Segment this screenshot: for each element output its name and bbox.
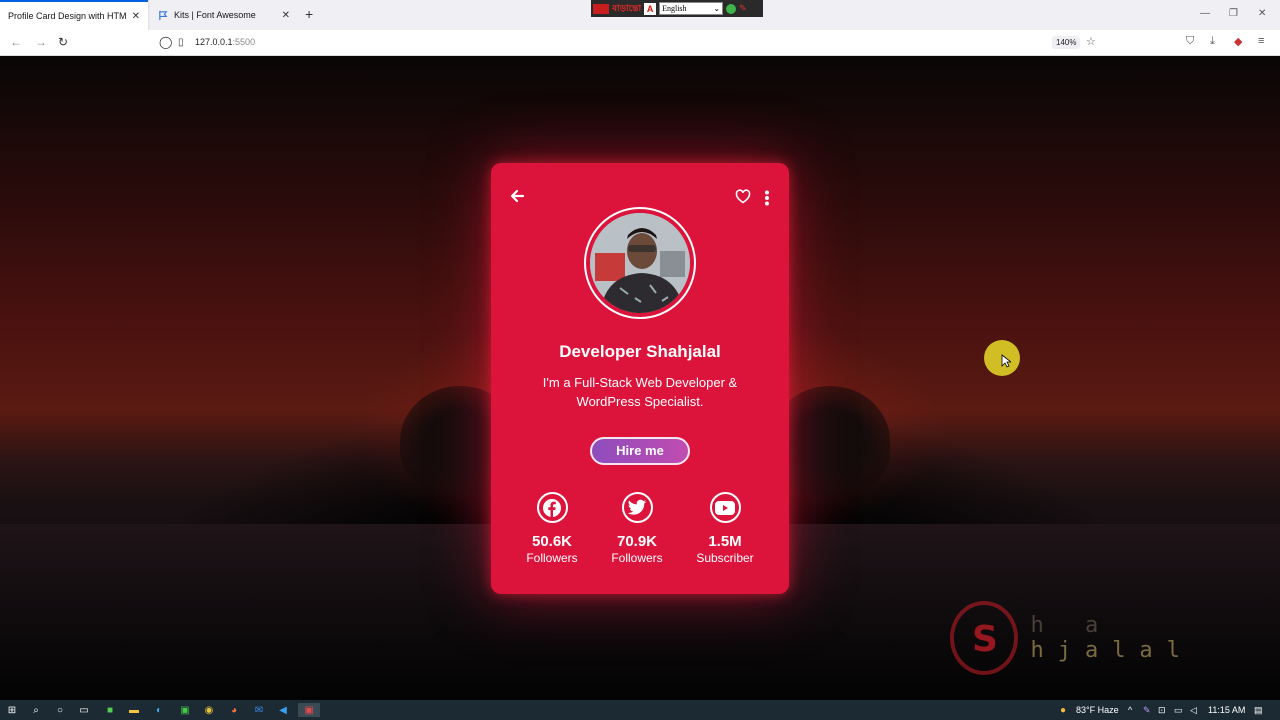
status-dot-icon[interactable] xyxy=(726,3,737,14)
twitter-icon[interactable] xyxy=(621,492,653,523)
watermark-bright: hjalal xyxy=(1030,638,1194,663)
notification-icon[interactable]: ▤ xyxy=(1254,705,1263,716)
network-icon[interactable]: ▭ xyxy=(1174,705,1183,716)
nav-bar: ← → ↻ ◯ ▯ 127.0.0.1:5500 140% ☆ ⛉ ⤓ ◆ ≡ xyxy=(0,30,1280,56)
search-icon[interactable]: ⌕ xyxy=(29,703,43,717)
extension-icon[interactable]: ◆ xyxy=(1234,35,1242,48)
download-icon[interactable]: ⤓ xyxy=(1210,35,1215,48)
pin-icon[interactable]: ✎ xyxy=(739,3,747,14)
url-host: 127.0.0.1 xyxy=(195,37,233,47)
watermark: S h a hjalal xyxy=(950,601,1280,675)
bengali-label: বাড়ান্তো xyxy=(612,3,642,13)
tab-profile-card[interactable]: Profile Card Design with HTML & C ✕ xyxy=(0,0,148,30)
tab-font-awesome[interactable]: Kits | Font Awesome ✕ xyxy=(150,0,298,30)
page-info-icon[interactable]: ▯ xyxy=(178,37,184,48)
tab-title: Profile Card Design with HTML & C xyxy=(8,11,126,21)
stat-youtube: 1.5M Subscriber xyxy=(690,492,760,565)
person-silhouette xyxy=(590,213,690,313)
menu-icon[interactable]: ≡ xyxy=(1258,35,1264,47)
restore-icon[interactable]: ❐ xyxy=(1229,8,1238,19)
bookmark-star-icon[interactable]: ☆ xyxy=(1086,35,1096,48)
taskbar: ⊞ ⌕ ○ ▭ ■ ▬ ◐ ▣ ◉ ◕ ✉ ◀ ▣ ● 83°F Haze ^ … xyxy=(0,700,1280,720)
youtube-icon[interactable] xyxy=(709,492,741,523)
watermark-dim: h a xyxy=(1030,613,1113,638)
arrow-left-icon[interactable] xyxy=(509,188,525,204)
new-tab-button[interactable]: + xyxy=(305,6,313,22)
back-icon[interactable]: ← xyxy=(10,35,22,49)
app-tray-icon[interactable]: ⊡ xyxy=(1158,705,1166,716)
flag-icon xyxy=(159,10,168,20)
stat-facebook: 50.6K Followers xyxy=(517,492,587,565)
app-icon[interactable]: ■ xyxy=(103,703,117,717)
hire-me-button[interactable]: Hire me xyxy=(590,437,690,465)
zoom-level[interactable]: 140% xyxy=(1052,36,1081,49)
stat-count: 1.5M xyxy=(708,533,742,550)
stat-label: Followers xyxy=(611,551,663,565)
logo-s-icon: S xyxy=(972,619,998,660)
mouse-pointer-icon xyxy=(1001,354,1011,368)
weather-text[interactable]: 83°F Haze xyxy=(1076,705,1119,715)
avatar-photo xyxy=(590,213,690,313)
url-field[interactable]: 127.0.0.1:5500 xyxy=(195,37,255,47)
chevron-up-icon[interactable]: ^ xyxy=(1128,705,1132,715)
facebook-icon[interactable] xyxy=(536,492,568,523)
close-icon[interactable]: ✕ xyxy=(132,11,140,22)
shield-icon[interactable]: ◯ xyxy=(159,35,172,49)
avatar xyxy=(584,207,696,319)
chrome-icon[interactable]: ◉ xyxy=(202,703,216,717)
page-viewport: Developer Shahjalal I'm a Full-Stack Web… xyxy=(0,56,1280,700)
heart-icon[interactable] xyxy=(735,189,751,204)
file-explorer-icon[interactable]: ▬ xyxy=(127,703,141,717)
vscode-icon[interactable]: ◀ xyxy=(276,703,290,717)
firefox-icon[interactable]: ◕ xyxy=(227,703,241,717)
language-select-value: English xyxy=(662,4,687,13)
url-port: :5500 xyxy=(232,37,256,47)
app-icon[interactable]: ▣ xyxy=(178,703,192,717)
watermark-logo: S xyxy=(950,601,1019,675)
stat-count: 50.6K xyxy=(531,533,573,550)
language-toolbar: বাড়ান্তো A English ⌄ ✎ xyxy=(591,0,763,17)
weather-icon: ● xyxy=(1059,704,1067,716)
forward-icon[interactable]: → xyxy=(35,35,47,49)
keyboard-icon xyxy=(593,3,609,14)
profile-card: Developer Shahjalal I'm a Full-Stack Web… xyxy=(491,163,789,594)
reload-icon[interactable]: ↻ xyxy=(58,35,68,49)
profile-name: Developer Shahjalal xyxy=(559,342,721,361)
stat-label: Followers xyxy=(526,551,578,565)
watermark-text: h a hjalal xyxy=(1030,613,1280,663)
close-icon[interactable]: ✕ xyxy=(282,10,290,21)
task-view-icon[interactable]: ▭ xyxy=(77,703,91,717)
close-window-icon[interactable]: ✕ xyxy=(1258,8,1266,19)
language-select[interactable]: English ⌄ xyxy=(659,2,724,15)
windows-start-icon[interactable]: ⊞ xyxy=(5,703,19,717)
pen-icon[interactable]: ✎ xyxy=(1143,705,1151,716)
pocket-icon[interactable]: ⛉ xyxy=(1186,35,1194,48)
mail-icon[interactable]: ✉ xyxy=(252,703,266,717)
minimize-icon[interactable]: — xyxy=(1200,8,1210,19)
tab-title: Kits | Font Awesome xyxy=(174,10,256,20)
chevron-down-icon: ⌄ xyxy=(713,4,721,13)
clock-time[interactable]: 11:15 AM xyxy=(1208,705,1245,715)
tab-bar: Profile Card Design with HTML & C ✕ Kits… xyxy=(0,0,1280,30)
cortana-icon[interactable]: ○ xyxy=(53,703,67,717)
recorder-icon[interactable]: ▣ xyxy=(298,703,320,717)
stat-twitter: 70.9K Followers xyxy=(602,492,672,565)
adobe-icon[interactable]: A xyxy=(644,2,657,15)
more-vertical-icon[interactable] xyxy=(764,190,770,206)
profile-bio: I'm a Full-Stack Web Developer & WordPre… xyxy=(542,375,738,409)
stat-count: 70.9K xyxy=(616,533,658,550)
edge-icon[interactable]: ◐ xyxy=(152,703,166,717)
stat-label: Subscriber xyxy=(696,551,754,565)
volume-icon[interactable]: ◁ xyxy=(1190,705,1197,716)
